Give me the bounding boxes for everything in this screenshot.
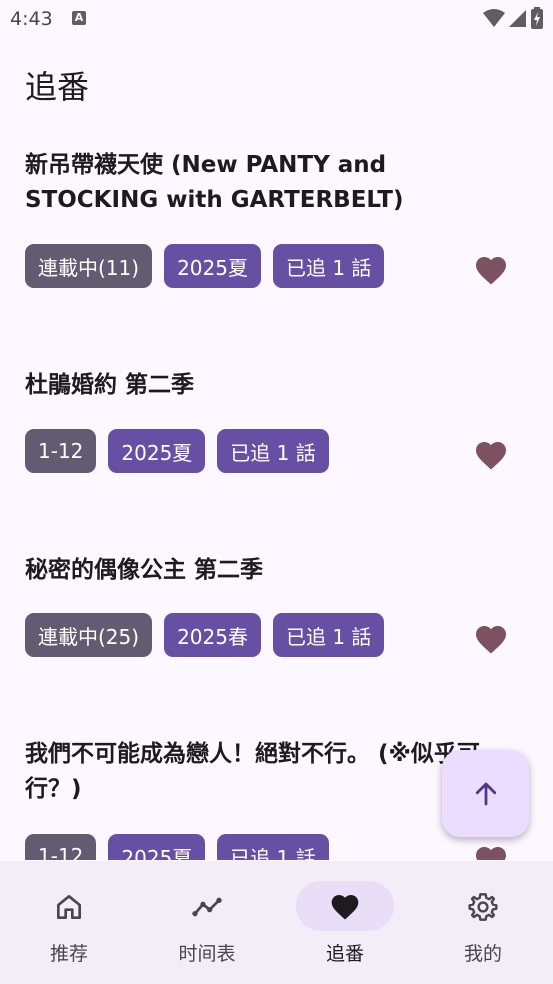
airing-status-chip: 連載中(11) [25,244,153,288]
anime-title: 新吊帶襪天使 (New PANTY and STOCKING with GART… [25,152,404,213]
status-time: 4:43 [10,8,53,30]
cellular-signal-icon [509,10,526,27]
season-chip: 2025夏 [108,834,206,860]
watch-progress-chip: 已追 1 話 [272,244,385,288]
airing-status-chip: 1-12 [25,429,97,473]
bottom-navigation: 推荐 时间表 追番 我的 [0,861,553,984]
nav-label: 我的 [463,943,502,965]
anime-title: 我們不可能成為戀人！絕對不行。 (※似乎可行？) [25,741,480,802]
season-chip: 2025夏 [164,244,261,288]
scroll-to-top-button[interactable] [442,750,529,837]
arrow-up-icon [475,782,496,805]
nav-item-following[interactable]: 追番 [276,861,414,984]
watch-progress-chip: 已追 1 話 [272,613,385,657]
nav-item-recommend[interactable]: 推荐 [0,861,138,984]
favorite-heart-icon[interactable] [473,842,509,860]
heart-icon [331,895,359,920]
anime-title: 秘密的偶像公主 第二季 [25,557,264,583]
watch-progress-chip: 已追 1 話 [217,429,329,473]
status-bar: 4:43 A [0,0,553,40]
season-chip: 2025夏 [108,429,206,473]
nav-label: 推荐 [49,943,88,965]
nav-label: 追番 [325,943,364,965]
favorite-heart-icon[interactable] [473,621,509,655]
anime-title: 杜鵑婚約 第二季 [25,372,195,398]
nav-label: 时间表 [178,943,236,965]
wifi-icon [483,9,505,27]
airing-status-chip: 1-12 [25,834,97,860]
season-chip: 2025春 [164,613,261,657]
battery-icon [531,7,543,29]
gear-icon [468,893,498,921]
home-icon [57,895,81,919]
nav-item-timeline[interactable]: 时间表 [138,861,276,984]
favorite-heart-icon[interactable] [473,252,509,286]
nav-item-me[interactable]: 我的 [414,861,552,984]
page-title: 追番 [25,68,90,106]
notification-app-icon: A [72,11,86,25]
status-icons [483,7,543,29]
timeline-icon [192,897,222,917]
favorite-heart-icon[interactable] [473,437,509,471]
watch-progress-chip: 已追 1 話 [217,834,329,860]
airing-status-chip: 連載中(25) [25,613,153,657]
